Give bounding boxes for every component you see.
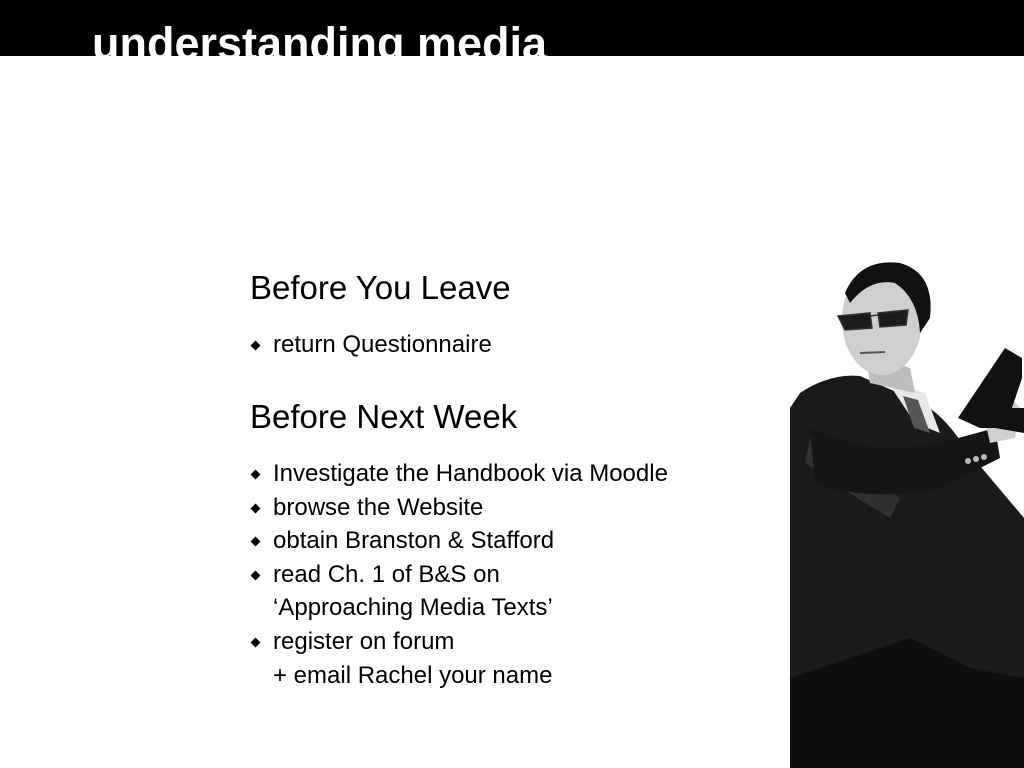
section-heading-before-you-leave: Before You Leave [250, 269, 511, 306]
list-item: Investigate the Handbook via Moodle [250, 457, 668, 491]
slide-header-title: understanding media [92, 18, 548, 56]
list-item-text: Investigate the Handbook via Moodle [273, 460, 668, 487]
photo-cuff-button [981, 454, 987, 460]
diamond-bullet-icon [250, 469, 261, 480]
list-item-text: read Ch. 1 of B&S on [273, 560, 500, 588]
list-item: return Questionnaire [250, 328, 492, 362]
list-item-text: browse the Website [273, 493, 484, 521]
before-you-leave-list: return Questionnaire [250, 328, 492, 362]
photo-cuff-button [973, 456, 979, 462]
list-item-text-continuation: ‘Approaching Media Texts’ [273, 594, 553, 622]
diamond-bullet-icon [250, 570, 261, 581]
photo-cuff-button [965, 458, 971, 464]
list-item: read Ch. 1 of B&S on ‘Approaching Media … [250, 558, 668, 625]
diamond-bullet-icon [250, 503, 261, 514]
diamond-bullet-icon [250, 536, 261, 547]
list-item-text: return Questionnaire [273, 331, 492, 358]
photo-mouth [859, 351, 886, 354]
list-item: register on forum + email Rachel your na… [250, 625, 668, 692]
diamond-bullet-icon [250, 340, 261, 351]
list-item: obtain Branston & Stafford [250, 524, 668, 558]
list-item-text: register on forum [273, 627, 455, 655]
photo-gun [958, 348, 1024, 433]
agent-smith-photo [790, 262, 1024, 768]
list-item: browse the Website [250, 491, 668, 525]
diamond-bullet-icon [250, 637, 261, 648]
header-bar: understanding media [0, 0, 1024, 56]
list-item-text: obtain Branston & Stafford [273, 527, 555, 555]
list-item-text-continuation: + email Rachel your name [273, 661, 553, 689]
section-heading-before-next-week: Before Next Week [250, 398, 518, 435]
before-next-week-list: Investigate the Handbook via Moodle brow… [250, 457, 668, 692]
